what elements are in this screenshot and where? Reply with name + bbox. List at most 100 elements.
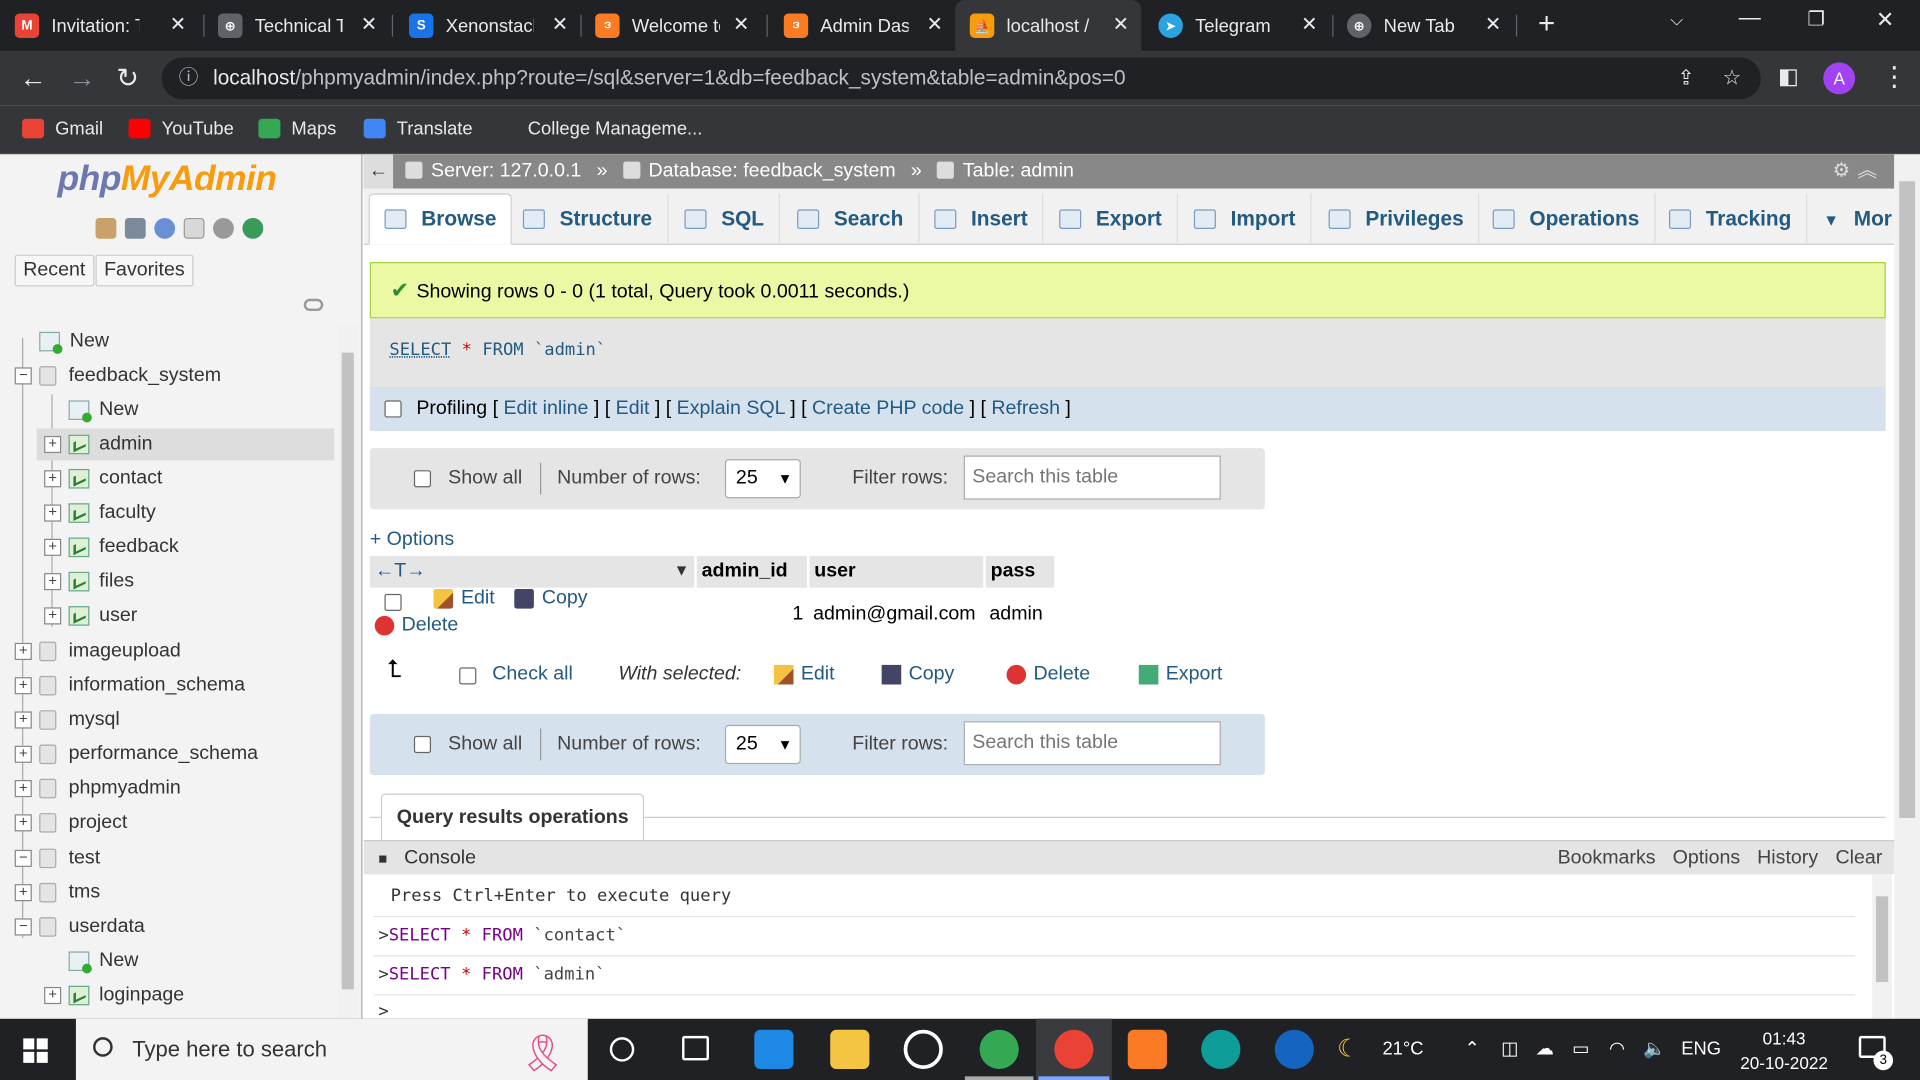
collapse-icon[interactable]: − <box>14 850 32 867</box>
refresh-link[interactable]: Refresh <box>991 398 1060 419</box>
check-all-label[interactable]: Check all <box>492 664 573 686</box>
tree-db-userdata[interactable]: − userdata <box>14 911 145 943</box>
tree-db-feedback-system[interactable]: − feedback_system <box>14 360 221 392</box>
phpmyadmin-logo[interactable]: phpMyAdmin <box>58 159 277 199</box>
expand-icon[interactable]: + <box>14 677 32 695</box>
windows-start-icon[interactable] <box>23 1038 48 1063</box>
nav-scrollbar[interactable] <box>337 325 358 1019</box>
create-php-code-link[interactable]: Create PHP code <box>812 398 964 419</box>
language-indicator[interactable]: ENG <box>1681 1019 1721 1080</box>
expand-icon[interactable]: + <box>44 538 62 556</box>
nav-scrollbar-thumb[interactable] <box>341 352 354 990</box>
console-clear[interactable]: Clear <box>1836 841 1883 875</box>
bookmark-maps[interactable]: Maps <box>258 105 336 152</box>
expand-icon[interactable]: + <box>14 643 32 661</box>
console-history-line[interactable]: >SELECT * FROM `admin` <box>378 965 605 985</box>
number-of-rows-select[interactable]: 25 ▼ <box>724 724 801 765</box>
help-icon[interactable] <box>154 217 176 239</box>
console-history[interactable]: History <box>1757 841 1818 875</box>
collapse-nav-arrow-icon[interactable]: ← <box>363 154 394 189</box>
tree-ud-new[interactable]: New <box>44 945 138 977</box>
tab-privileges[interactable]: Privileges <box>1314 193 1480 245</box>
close-icon[interactable]: ✕ <box>552 12 568 36</box>
column-header-admin-id[interactable]: admin_id <box>695 555 810 588</box>
breadcrumb-database[interactable]: Database: feedback_system <box>648 160 895 181</box>
tab-browse[interactable]: Browse <box>368 193 513 245</box>
settings-gear-icon[interactable] <box>213 217 234 239</box>
expand-icon[interactable]: + <box>14 780 32 798</box>
bulk-edit-button[interactable]: Edit <box>773 664 835 686</box>
console-bookmarks[interactable]: Bookmarks <box>1558 841 1656 875</box>
tray-chevron-icon[interactable]: ⌃ <box>1465 1019 1480 1080</box>
expand-icon[interactable]: + <box>14 711 32 729</box>
tree-new[interactable]: New <box>15 326 109 358</box>
xampp-app-icon[interactable] <box>1127 1029 1167 1069</box>
bookmark-college[interactable]: College Manageme... <box>528 105 703 152</box>
expand-icon[interactable]: + <box>14 814 32 832</box>
cell-user[interactable]: admin@gmail.com <box>808 587 985 642</box>
tab-structure[interactable]: Structure <box>508 193 669 245</box>
weather-icon[interactable]: ☾ <box>1337 1019 1359 1080</box>
bookmark-translate[interactable]: Translate <box>363 105 473 152</box>
sort-dropdown-icon[interactable]: ▼ <box>674 561 690 579</box>
menu-kebab-icon[interactable]: ⋮ <box>1881 61 1908 93</box>
tab-sql[interactable]: SQL <box>670 193 780 245</box>
breadcrumb-table[interactable]: Table: admin <box>963 160 1074 181</box>
explain-sql-link[interactable]: Explain SQL <box>677 398 785 419</box>
row-delete-button[interactable]: Delete <box>374 615 458 637</box>
wifi-icon[interactable]: ◠ <box>1609 1019 1625 1080</box>
chrome-active-icon[interactable] <box>1054 1029 1094 1069</box>
tree-db-phpmyadmin[interactable]: + phpmyadmin <box>14 773 181 805</box>
expand-icon[interactable]: + <box>44 435 62 454</box>
column-arrows-icon[interactable]: ←T→ <box>375 561 426 582</box>
cell-pass[interactable]: admin <box>984 587 1056 642</box>
volume-icon[interactable]: 🔈 <box>1643 1019 1666 1080</box>
tree-table-loginpage[interactable]: + loginpage <box>44 980 184 1012</box>
temperature[interactable]: 21°C <box>1382 1019 1423 1080</box>
tab-tracking[interactable]: Tracking <box>1654 193 1808 245</box>
bulk-delete-button[interactable]: Delete <box>1006 664 1090 686</box>
tree-table-feedback[interactable]: + feedback <box>44 531 179 563</box>
profiling-checkbox[interactable] <box>384 400 402 418</box>
tree-table-user[interactable]: + user <box>44 600 137 632</box>
taskbar-search-box[interactable]: Type here to search 🎗 <box>75 1018 588 1080</box>
query-results-operations-heading[interactable]: Query results operations <box>380 793 645 841</box>
console-toggle[interactable]: Console <box>404 841 476 875</box>
tab-more[interactable]: ▼ Mor <box>1809 193 1895 244</box>
reload-nav-icon[interactable] <box>242 217 264 239</box>
close-icon[interactable]: ✕ <box>1113 12 1129 36</box>
settings-gear-icon[interactable]: ⚙ <box>1833 154 1851 188</box>
tab-4[interactable]: ဒ Admin Dash ✕ <box>783 0 955 51</box>
tree-db-information-schema[interactable]: + information_schema <box>14 670 245 702</box>
restore-icon[interactable]: ❐ <box>1807 7 1825 31</box>
number-of-rows-select[interactable]: 25 ▼ <box>724 459 801 499</box>
logout-icon[interactable] <box>124 217 146 239</box>
filter-rows-input[interactable]: Search this table <box>963 721 1221 766</box>
tab-1[interactable]: ⊕ Technical Ta ✕ <box>217 0 389 51</box>
tree-table-contact[interactable]: + contact <box>44 463 162 495</box>
close-icon[interactable]: ✕ <box>1301 12 1317 36</box>
close-icon[interactable]: ✕ <box>733 12 749 36</box>
home-icon[interactable] <box>95 217 117 239</box>
reload-icon[interactable]: ↻ <box>116 62 139 94</box>
link-with-main-icon[interactable] <box>303 298 324 312</box>
info-icon[interactable]: ⓘ <box>179 58 199 100</box>
chrome-app-icon[interactable] <box>979 1029 1019 1069</box>
expand-icon[interactable]: + <box>44 607 62 625</box>
console-scrollbar-thumb[interactable] <box>1875 896 1889 983</box>
close-icon[interactable]: ✕ <box>926 12 942 36</box>
collapse-icon[interactable]: − <box>14 367 32 385</box>
tree-db-performance-schema[interactable]: + performance_schema <box>14 738 258 770</box>
bookmark-youtube[interactable]: YouTube <box>128 105 234 152</box>
expand-icon[interactable]: + <box>14 745 32 763</box>
cell-admin-id[interactable]: 1 <box>695 587 809 642</box>
show-all-checkbox[interactable] <box>413 735 432 754</box>
clock[interactable]: 01:43 20-10-2022 <box>1736 1026 1832 1075</box>
file-explorer-icon[interactable] <box>830 1029 870 1069</box>
new-tab-plus-icon[interactable]: + <box>1538 7 1555 41</box>
close-icon[interactable]: ✕ <box>361 12 377 36</box>
favorites-tab[interactable]: Favorites <box>95 254 194 287</box>
show-all-checkbox[interactable] <box>413 470 432 488</box>
close-icon[interactable]: ✕ <box>1485 12 1501 36</box>
expand-icon[interactable]: + <box>44 986 62 1005</box>
